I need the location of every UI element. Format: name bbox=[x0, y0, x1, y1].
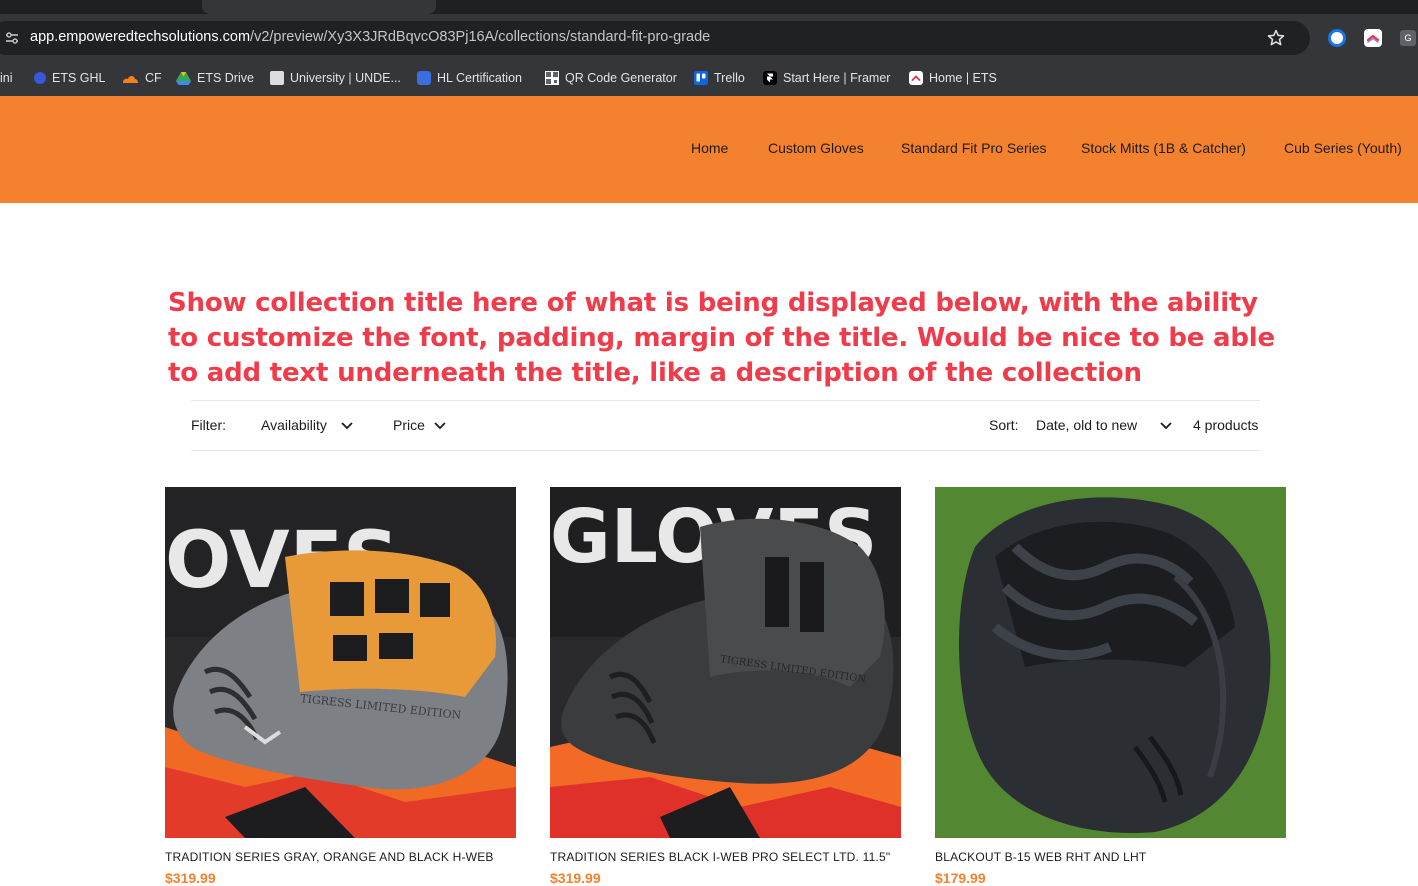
bookmark-label: ETS GHL bbox=[52, 71, 106, 85]
availability-filter[interactable]: Availability bbox=[261, 417, 327, 433]
bookmark-label: Home | ETS bbox=[929, 71, 997, 85]
bookmark-label: HL Certification bbox=[437, 71, 522, 85]
g-extension-icon[interactable]: G bbox=[1400, 30, 1416, 46]
bookmark-item[interactable]: Home | ETS bbox=[909, 68, 997, 88]
price-filter[interactable]: Price bbox=[393, 417, 425, 433]
bookmark-star-icon[interactable] bbox=[1266, 28, 1286, 48]
nav-custom-gloves[interactable]: Custom Gloves bbox=[768, 140, 864, 156]
nav-stock-mitts[interactable]: Stock Mitts (1B & Catcher) bbox=[1081, 140, 1246, 156]
product-title[interactable]: TRADITION SERIES GRAY, ORANGE AND BLACK … bbox=[165, 850, 494, 864]
browser-tab-strip bbox=[0, 0, 1418, 14]
sort-select[interactable]: Date, old to new bbox=[1036, 417, 1137, 433]
nav-home[interactable]: Home bbox=[691, 140, 728, 156]
framer-icon bbox=[763, 71, 777, 85]
browser-toolbar: app.empoweredtechsolutions.com/v2/previe… bbox=[0, 14, 1418, 60]
university-icon bbox=[270, 71, 284, 85]
cloudflare-icon bbox=[123, 76, 138, 83]
product-count: 4 products bbox=[1193, 417, 1259, 433]
password-manager-extension-icon[interactable] bbox=[1328, 29, 1346, 47]
product-title[interactable]: TRADITION SERIES BLACK I-WEB PRO SELECT … bbox=[550, 850, 890, 864]
chevron-down-icon[interactable] bbox=[340, 421, 354, 431]
chevron-down-icon[interactable] bbox=[433, 421, 447, 431]
bookmark-label: University | UNDE... bbox=[290, 71, 401, 85]
bookmark-item[interactable]: University | UNDE... bbox=[270, 68, 401, 88]
product-image-gray-orange-glove[interactable]: OVES TIGRESS LIMITED EDITION bbox=[165, 487, 516, 838]
site-info-icon[interactable] bbox=[4, 30, 20, 46]
site-header: Home Custom Gloves Standard Fit Pro Seri… bbox=[0, 96, 1418, 203]
product-title[interactable]: BLACKOUT B-15 WEB RHT AND LHT bbox=[935, 850, 1146, 864]
bookmark-item[interactable]: CF bbox=[121, 68, 162, 88]
clickup-extension-icon[interactable] bbox=[1364, 29, 1382, 47]
bookmark-item[interactable]: ini bbox=[0, 68, 13, 88]
ghl-icon bbox=[34, 72, 46, 84]
url-host: app.empoweredtechsolutions.com bbox=[30, 29, 251, 45]
bookmark-item[interactable]: Start Here | Framer bbox=[763, 68, 890, 88]
product-image-blackout-b15-glove[interactable] bbox=[935, 487, 1286, 838]
filter-label: Filter: bbox=[191, 417, 226, 433]
filter-bar-top-divider bbox=[191, 400, 1260, 401]
product-image-black-i-web-glove[interactable]: GLOVES TIGRESS LIMITED EDITION bbox=[550, 487, 901, 838]
bookmarks-bar: ini ETS GHL CF ETS Drive University | UN… bbox=[0, 60, 1418, 96]
product-price: $319.99 bbox=[165, 870, 216, 886]
bookmark-label: Trello bbox=[714, 71, 745, 85]
bookmark-label: QR Code Generator bbox=[565, 71, 677, 85]
address-bar[interactable]: app.empoweredtechsolutions.com/v2/previe… bbox=[0, 21, 1310, 55]
chevron-down-icon[interactable] bbox=[1159, 421, 1173, 431]
sort-label: Sort: bbox=[989, 417, 1019, 433]
bookmark-label: ini bbox=[0, 71, 13, 85]
bookmark-item[interactable]: QR Code Generator bbox=[545, 68, 677, 88]
trello-icon bbox=[694, 71, 708, 85]
bookmark-label: ETS Drive bbox=[197, 71, 254, 85]
bookmark-item[interactable]: ETS GHL bbox=[34, 68, 106, 88]
hl-certification-icon bbox=[417, 71, 431, 85]
filter-bar-bottom-divider bbox=[191, 450, 1260, 451]
nav-cub-series[interactable]: Cub Series (Youth) bbox=[1284, 140, 1402, 156]
google-drive-icon bbox=[176, 71, 191, 85]
nav-standard-fit-pro-series[interactable]: Standard Fit Pro Series bbox=[901, 140, 1047, 156]
url-path: /v2/preview/Xy3X3JRdBqvcO83Pj16A/collect… bbox=[250, 29, 711, 45]
bookmark-label: CF bbox=[145, 71, 162, 85]
url-text[interactable]: app.empoweredtechsolutions.com/v2/previe… bbox=[30, 29, 710, 45]
ets-icon bbox=[909, 71, 923, 85]
product-price: $179.99 bbox=[935, 870, 986, 886]
browser-tab-active[interactable] bbox=[202, 0, 436, 14]
collection-title-annotation: Show collection title here of what is be… bbox=[168, 288, 1275, 388]
bookmark-item[interactable]: ETS Drive bbox=[176, 68, 254, 88]
qr-code-icon bbox=[545, 71, 559, 85]
bookmark-item[interactable]: Trello bbox=[694, 68, 745, 88]
product-price: $319.99 bbox=[550, 870, 601, 886]
bookmark-label: Start Here | Framer bbox=[783, 71, 891, 85]
bookmark-item[interactable]: HL Certification bbox=[417, 68, 522, 88]
